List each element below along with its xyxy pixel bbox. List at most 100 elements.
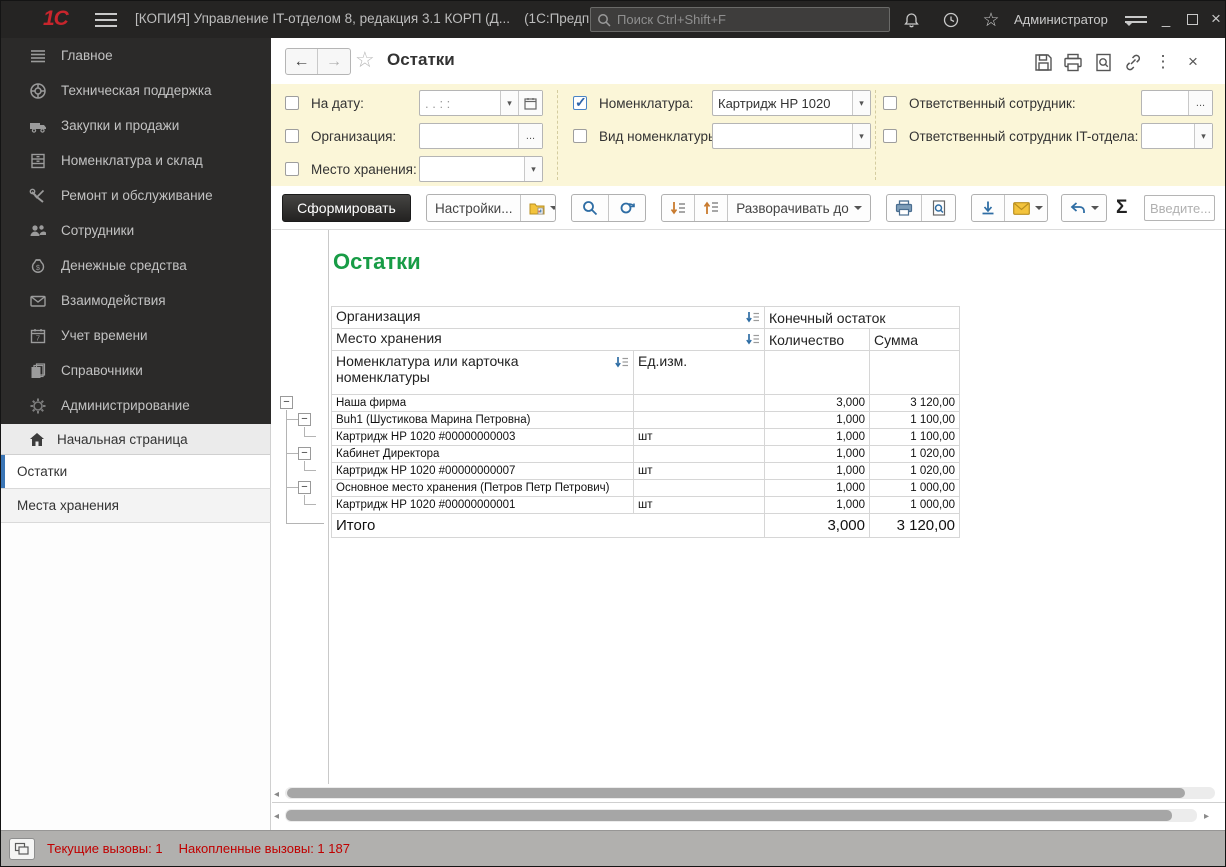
on-date-checkbox[interactable] (285, 96, 299, 110)
get-link-icon[interactable] (1121, 51, 1145, 73)
column-header-sum[interactable]: Сумма (870, 329, 960, 351)
responsible-employee-ellipsis-button[interactable]: ... (1188, 91, 1212, 115)
truck-icon (29, 117, 47, 135)
nomenclature-kind-checkbox[interactable] (573, 129, 587, 143)
on-date-field[interactable]: . . : : ▾ (419, 90, 543, 116)
it-responsible-field[interactable]: ▾ (1141, 123, 1213, 149)
expand-all-button[interactable] (662, 195, 695, 221)
tab-ostatki[interactable]: Остатки (1, 455, 271, 489)
maximize-button[interactable] (1179, 7, 1205, 31)
table-row[interactable]: Наша фирма 3,0003 120,00 (332, 395, 960, 412)
global-search-input[interactable]: Поиск Ctrl+Shift+F (590, 7, 890, 32)
sidebar-item-sotrudniki[interactable]: Сотрудники (1, 213, 271, 248)
table-row[interactable]: Картридж HP 1020 #00000000001шт 1,0001 0… (332, 497, 960, 514)
service-menu-icon[interactable] (1125, 13, 1147, 44)
sidebar-item-zakupki-prodazhi[interactable]: Закупки и продажи (1, 108, 271, 143)
more-actions-icon[interactable]: ⋮ (1151, 51, 1175, 73)
sidebar-item-spravochniki[interactable]: Справочники (1, 353, 271, 388)
collapse-all-button[interactable] (695, 195, 728, 221)
download-icon (980, 200, 996, 216)
autosum-input[interactable] (1144, 195, 1215, 221)
scroll-right-icon[interactable]: ▸ (1204, 811, 1209, 822)
it-responsible-dropdown-icon[interactable]: ▾ (1194, 124, 1212, 148)
performance-indicator-icon[interactable] (9, 838, 35, 860)
date-dropdown-icon[interactable]: ▾ (500, 91, 518, 115)
table-row[interactable]: Кабинет Директора 1,0001 020,00 (332, 446, 960, 463)
expand-to-button[interactable]: Разворачивать до (728, 195, 870, 221)
sidebar-item-administrirovanie[interactable]: Администрирование (1, 388, 271, 423)
find-button[interactable] (572, 195, 609, 221)
storage-place-checkbox[interactable] (285, 162, 299, 176)
column-header-storage-place[interactable]: Место хранения (332, 329, 765, 351)
calendar-picker-icon[interactable] (518, 91, 542, 115)
add-favorite-star-icon[interactable]: ☆ (355, 47, 375, 73)
sidebar-item-vzaimodeystviya[interactable]: Взаимодействия (1, 283, 271, 318)
generate-report-button[interactable]: Сформировать (282, 194, 411, 222)
table-row[interactable]: Основное место хранения (Петров Петр Пет… (332, 480, 960, 497)
table-row[interactable]: Buh1 (Шустикова Марина Петровна) 1,0001 … (332, 412, 960, 429)
related-reports-button[interactable] (1062, 195, 1107, 221)
column-header-quantity[interactable]: Количество (765, 329, 870, 351)
report-hscrollbar-thumb[interactable] (287, 788, 1185, 798)
sidebar-item-nomenklatura-sklad[interactable]: Номенклатура и склад (1, 143, 271, 178)
current-user-label[interactable]: Администратор (1014, 12, 1108, 27)
close-form-icon[interactable]: × (1181, 51, 1205, 73)
sidebar-item-tech-podderzhka[interactable]: Техническая поддержка (1, 73, 271, 108)
column-header-nomenclature[interactable]: Номенклатура или карточка номенклатуры (332, 351, 634, 395)
sidebar-item-remont-obsluzhivanie[interactable]: Ремонт и обслуживание (1, 178, 271, 213)
table-row[interactable]: Картридж HP 1020 #00000000007шт 1,0001 0… (332, 463, 960, 480)
close-window-button[interactable]: × (1203, 7, 1226, 31)
collapse-group-icon[interactable]: − (298, 481, 311, 494)
notifications-bell-icon[interactable] (900, 9, 922, 31)
storage-place-field[interactable]: ▾ (419, 156, 543, 182)
it-responsible-checkbox[interactable] (883, 129, 897, 143)
save-icon[interactable] (1031, 51, 1055, 73)
minimize-button[interactable]: _ (1153, 7, 1179, 31)
settings-button[interactable]: Настройки... (427, 195, 521, 221)
back-button[interactable]: ← (286, 49, 318, 74)
responsible-employee-field[interactable]: ... (1141, 90, 1213, 116)
form-hscrollbar[interactable] (285, 809, 1197, 822)
column-header-unit[interactable]: Ед.изм. (634, 351, 765, 395)
sidebar-item-denezhnye-sredstva[interactable]: $ Денежные средства (1, 248, 271, 283)
nomenclature-kind-dropdown-icon[interactable]: ▾ (852, 124, 870, 148)
nomenclature-kind-field[interactable]: ▾ (712, 123, 871, 149)
print-icon[interactable] (1061, 51, 1085, 73)
favorites-star-icon[interactable]: ☆ (980, 9, 1002, 31)
collapse-group-icon[interactable]: − (298, 413, 311, 426)
sidebar-item-glavnoe[interactable]: Главное (1, 38, 271, 73)
form-hscrollbar-thumb[interactable] (286, 810, 1172, 821)
column-header-final-balance[interactable]: Конечный остаток (765, 307, 960, 329)
save-file-button[interactable] (972, 195, 1005, 221)
history-icon[interactable] (940, 9, 962, 31)
scroll-left-icon[interactable]: ◂ (274, 789, 279, 800)
collapse-group-icon[interactable]: − (298, 447, 311, 460)
table-row[interactable]: Картридж HP 1020 #00000000003шт 1,0001 1… (332, 429, 960, 446)
home-page-row[interactable]: Начальная страница (1, 424, 271, 455)
organization-field[interactable]: ... (419, 123, 543, 149)
chevron-down-icon (1035, 206, 1043, 210)
nomenclature-field[interactable]: Картридж HP 1020 ▾ (712, 90, 871, 116)
collapse-group-icon[interactable]: − (280, 396, 293, 409)
forward-button[interactable]: → (318, 49, 350, 74)
nomenclature-dropdown-icon[interactable]: ▾ (852, 91, 870, 115)
main-hamburger-icon[interactable] (95, 9, 117, 29)
preview-icon[interactable] (1091, 51, 1115, 73)
scroll-left-icon[interactable]: ◂ (274, 811, 279, 822)
responsible-employee-checkbox[interactable] (883, 96, 897, 110)
report-hscrollbar[interactable] (285, 787, 1215, 799)
organization-checkbox[interactable] (285, 129, 299, 143)
storage-place-dropdown-icon[interactable]: ▾ (524, 157, 542, 181)
autosum-sigma-button[interactable]: Σ (1116, 197, 1127, 219)
sidebar-item-uchet-vremeni[interactable]: 7 Учет времени (1, 318, 271, 353)
column-header-organization[interactable]: Организация (332, 307, 765, 329)
send-mail-button[interactable] (1005, 195, 1048, 221)
organization-ellipsis-button[interactable]: ... (518, 124, 542, 148)
print-preview-button[interactable] (922, 195, 955, 221)
print-button[interactable] (887, 195, 922, 221)
report-variants-button[interactable] (521, 195, 556, 221)
nomenclature-checkbox[interactable] (573, 96, 587, 110)
main-menu-icon (29, 47, 47, 65)
cancel-search-button[interactable] (609, 195, 645, 221)
tab-mesta-khraneniya[interactable]: Места хранения (1, 489, 271, 523)
